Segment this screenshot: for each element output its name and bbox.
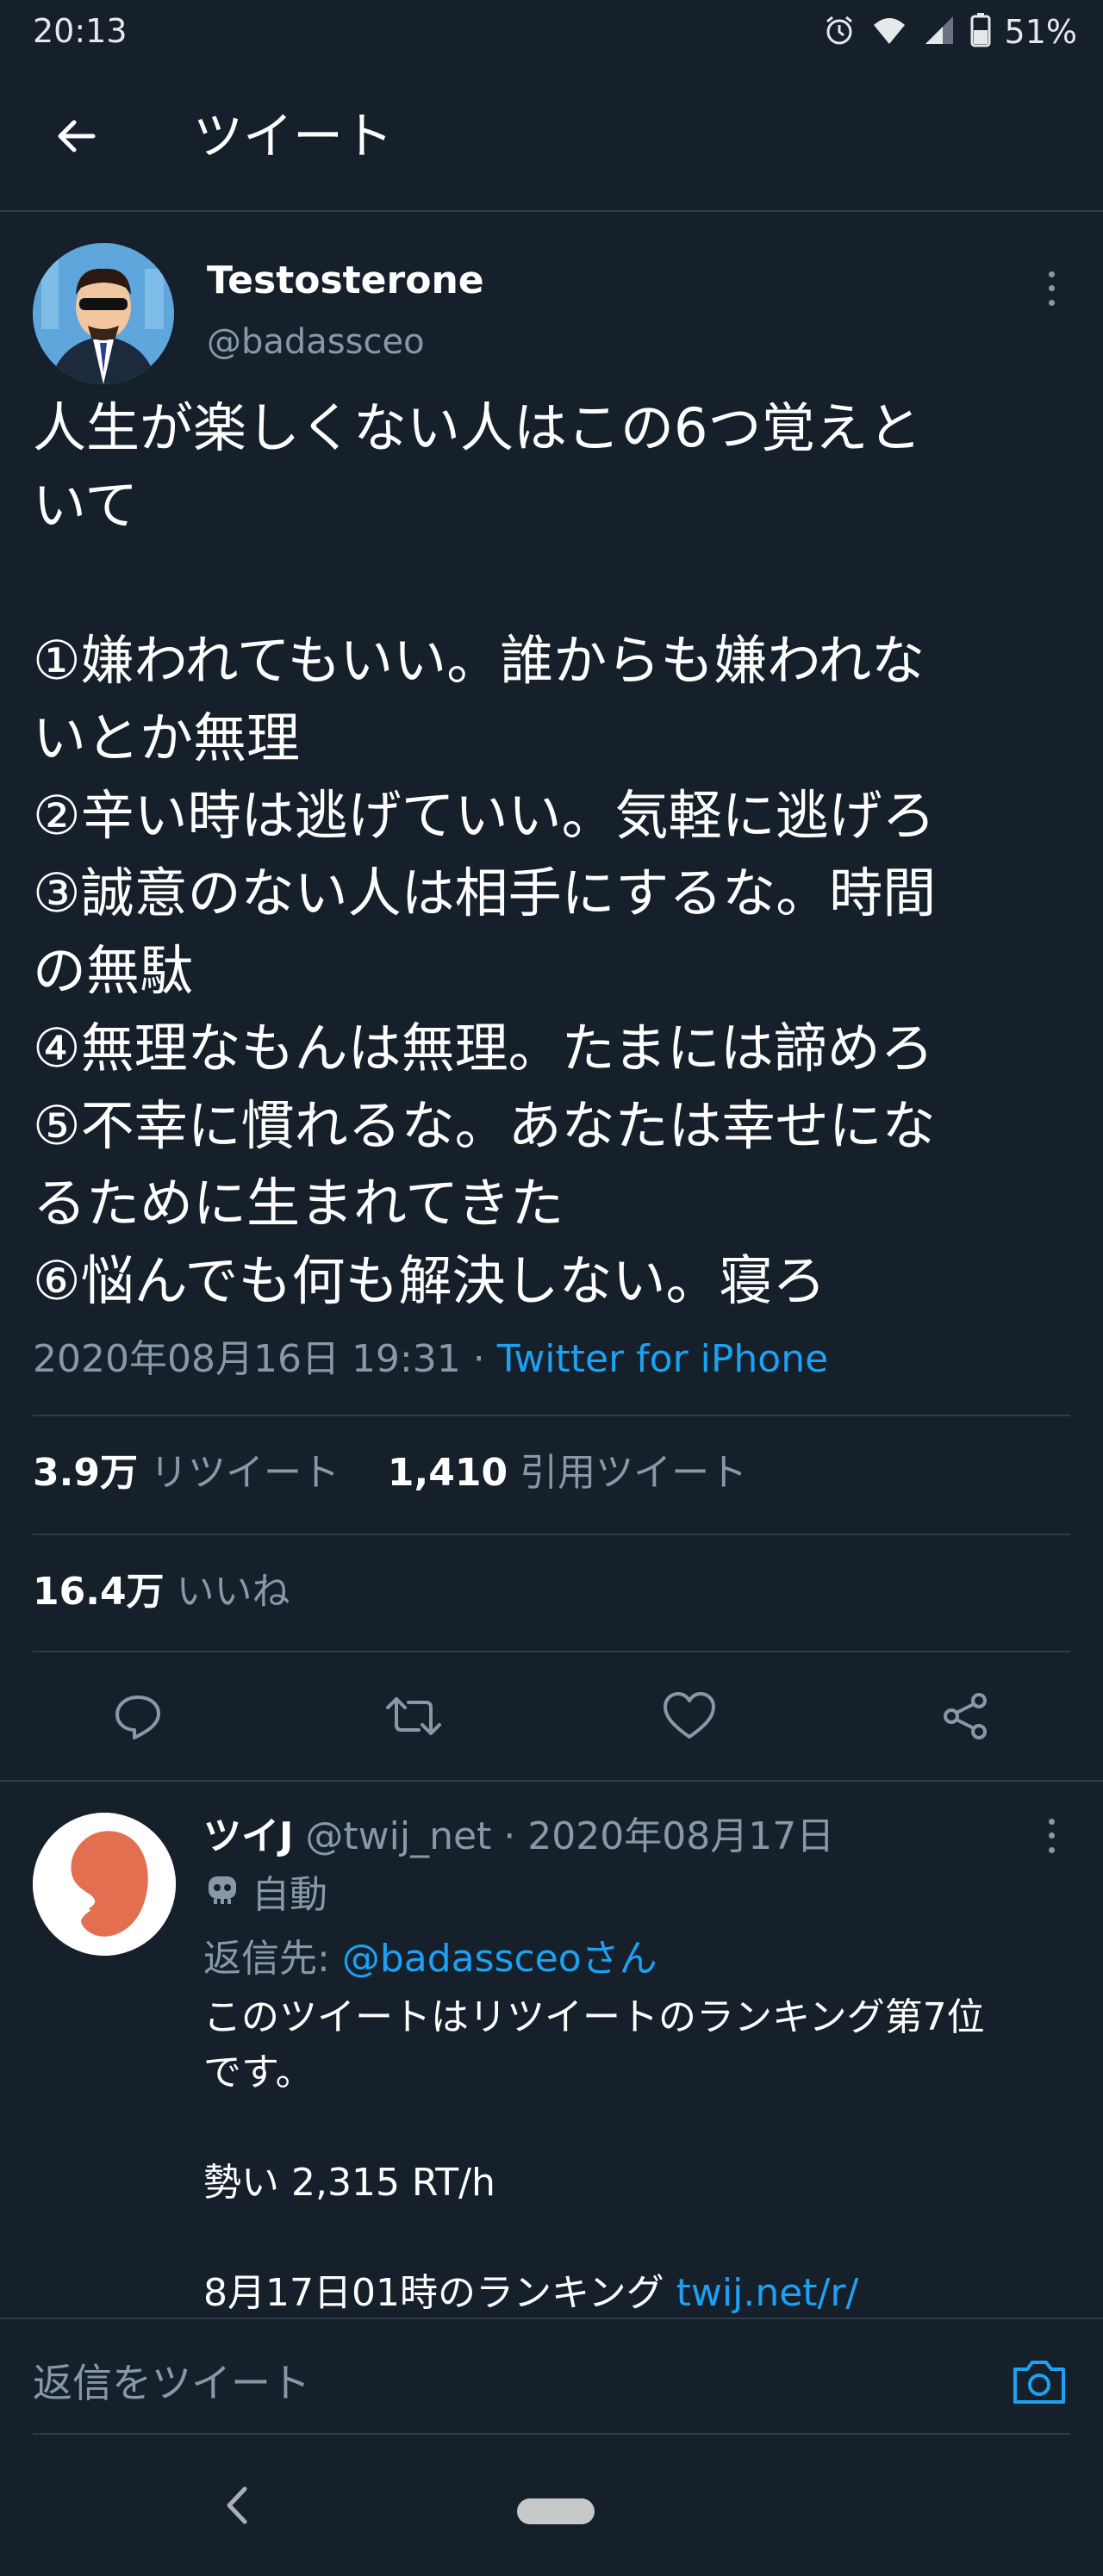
like-button[interactable]	[655, 1683, 724, 1752]
reply-author-name[interactable]: ツイJ	[203, 1814, 293, 1858]
reply-date[interactable]: 2020年08月17日	[527, 1814, 834, 1858]
retweets-label: リツイート	[149, 1451, 340, 1495]
retweet-button[interactable]	[379, 1683, 448, 1752]
nav-back-button[interactable]	[212, 2481, 264, 2533]
likes-count: 16.4万	[33, 1570, 165, 1614]
more-dot	[1048, 1818, 1055, 1825]
tweet-line: るために生まれてきた	[33, 1172, 564, 1235]
header-divider	[0, 210, 1103, 212]
tweet-line: ④無理なもんは無理。たまには諦めろ	[33, 1017, 934, 1080]
quotes-count: 1,410	[387, 1451, 508, 1495]
automated-label: 自動	[252, 1873, 327, 1917]
retweets-link[interactable]: 3.9万 リツイート	[33, 1451, 340, 1495]
wifi-icon	[870, 13, 908, 51]
reply-icon	[112, 1690, 164, 1745]
more-dot	[1048, 1832, 1055, 1839]
likes-link[interactable]: 16.4万 いいね	[33, 1566, 290, 1618]
tweet-line: ⑤不幸に慣れるな。あなたは幸せにな	[33, 1094, 936, 1157]
bot-icon	[203, 1868, 241, 1923]
tweet-line: ⑥悩んでも何も解決しない。寝ろ	[33, 1249, 826, 1312]
reply-line: 8月17日01時のランキング twij.net/r/	[203, 2266, 1074, 2321]
reply-text: このツイートはリツイートのランキング第7位 です。 勢い 2,315 RT/h …	[203, 1990, 1074, 2321]
camera-button[interactable]	[1006, 2350, 1072, 2416]
more-dot	[1048, 1847, 1055, 1854]
more-options-button[interactable]	[1034, 267, 1069, 310]
more-dot	[1048, 271, 1055, 277]
reply-line: このツイートはリツイートのランキング第7位	[203, 1995, 985, 2039]
quotes-label: 引用ツイート	[520, 1451, 748, 1495]
camera-icon	[1010, 2355, 1069, 2411]
tweet-line: 人生が楽しくない人はこの6つ覚えと	[33, 396, 922, 459]
divider	[33, 1534, 1070, 1535]
tweet-line: ②辛い時は逃げていい。気軽に逃げろ	[33, 784, 936, 847]
retweet-icon	[384, 1690, 443, 1745]
likes-label: いいね	[176, 1570, 290, 1614]
reply-line	[203, 2211, 1074, 2266]
tweet-line: の無駄	[33, 939, 194, 1002]
more-dot	[1048, 300, 1055, 307]
reply-more-options-button[interactable]	[1034, 1814, 1069, 1857]
reply-author-handle[interactable]: @twij_net	[305, 1814, 491, 1858]
battery-icon	[970, 13, 991, 51]
divider	[33, 1415, 1070, 1416]
tweet-meta: 2020年08月16日 19:31 · Twitter for iPhone	[33, 1334, 828, 1385]
signal-icon	[922, 13, 957, 51]
reply-to-handle[interactable]: @badassceoさん	[342, 1937, 657, 1981]
divider	[0, 1780, 1103, 1782]
reply-to-prefix: 返信先:	[203, 1937, 342, 1981]
reply-input[interactable]: 返信をツイート	[33, 2357, 310, 2409]
reply-separator: ·	[491, 1814, 528, 1858]
battery-percent: 51%	[1004, 13, 1077, 51]
reply-avatar[interactable]	[33, 1813, 176, 1956]
like-icon	[662, 1690, 717, 1745]
tweet-line	[33, 544, 1075, 622]
ranking-link[interactable]: twij.net/r/	[676, 2271, 859, 2315]
ranking-text: 8月17日01時のランキング	[203, 2271, 676, 2315]
tweet-line: いとか無理	[33, 706, 301, 769]
back-button[interactable]	[41, 103, 110, 172]
retweet-stats: 3.9万 リツイート 1,410 引用ツイート	[33, 1447, 747, 1499]
tweet-line: ③誠意のない人は相手にするな。時間	[33, 862, 937, 924]
nav-home-pill[interactable]	[517, 2498, 595, 2524]
status-icons: 51%	[822, 10, 1077, 53]
author-handle[interactable]: @badassceo	[207, 322, 425, 362]
automated-badge: 自動	[203, 1868, 327, 1923]
reply-line: です。	[203, 2050, 314, 2094]
divider	[33, 1651, 1070, 1652]
share-icon	[939, 1690, 991, 1745]
status-time: 20:13	[33, 12, 128, 50]
tweet-text: 人生が楽しくない人はこの6つ覚えと いて ①嫌われてもいい。誰からも嫌われな い…	[33, 389, 1075, 1320]
meta-separator: ·	[460, 1337, 497, 1381]
page-title: ツイート	[193, 107, 394, 165]
reply-to: 返信先: @badassceoさん	[203, 1932, 657, 1987]
reply-line	[203, 2100, 1074, 2156]
status-bar: 20:13 51%	[0, 0, 1103, 69]
tweet-source-link[interactable]: Twitter for iPhone	[497, 1337, 828, 1381]
arrow-left-icon	[52, 112, 100, 164]
composer-top-divider	[0, 2318, 1103, 2319]
author-name[interactable]: Testosterone	[207, 258, 484, 302]
retweets-count: 3.9万	[33, 1451, 138, 1495]
reply-line: 勢い 2,315 RT/h	[203, 2161, 495, 2205]
tweet-line: いて	[33, 474, 139, 537]
tweet-timestamp: 2020年08月16日 19:31	[33, 1337, 461, 1381]
chevron-left-icon	[221, 2484, 255, 2530]
quotes-link[interactable]: 1,410 引用ツイート	[388, 1451, 747, 1495]
more-dot	[1048, 285, 1055, 292]
reply-header: ツイJ @twij_net · 2020年08月17日	[203, 1809, 834, 1864]
tweet-line: ①嫌われてもいい。誰からも嫌われな	[33, 629, 925, 692]
author-avatar[interactable]	[33, 243, 174, 384]
reply-button[interactable]	[103, 1683, 172, 1752]
alarm-icon	[822, 13, 857, 51]
share-button[interactable]	[931, 1683, 1000, 1752]
